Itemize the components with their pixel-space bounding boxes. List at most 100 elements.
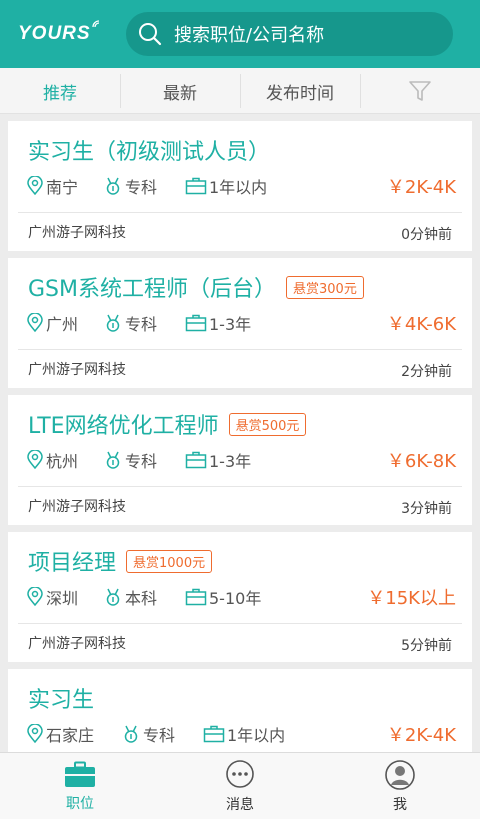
salary: ￥2K-4K xyxy=(386,177,456,198)
salary: ￥2K-4K xyxy=(386,725,456,746)
education-text: 专科 xyxy=(125,178,158,197)
experience: 5-10年 xyxy=(185,585,261,609)
education: 本科 xyxy=(103,585,185,609)
company-name: 广州游子网科技 xyxy=(28,499,126,515)
divider xyxy=(18,349,462,350)
experience-text: 1-3年 xyxy=(209,452,252,471)
job-title: 项目经理 xyxy=(28,551,117,576)
medal-icon xyxy=(106,177,120,195)
salary: ￥6K-8K xyxy=(386,451,456,472)
user-icon xyxy=(385,759,415,790)
nav-label: 职位 xyxy=(66,795,94,812)
location: 南宁 xyxy=(26,174,103,198)
experience: 1-3年 xyxy=(185,311,251,335)
company-name: 广州游子网科技 xyxy=(28,636,126,652)
chat-icon xyxy=(226,759,254,788)
job-meta: 杭州 专科 1-3年 xyxy=(26,448,251,472)
job-title: LTE网络优化工程师 xyxy=(28,414,219,439)
experience: 1年以内 xyxy=(185,174,267,198)
education-text: 本科 xyxy=(125,589,158,608)
briefcase-outline-icon xyxy=(185,451,207,469)
location-pin-icon xyxy=(27,724,43,744)
tab-publish-time[interactable]: 发布时间 xyxy=(240,68,360,114)
experience-text: 1年以内 xyxy=(209,178,268,197)
job-card[interactable]: LTE网络优化工程师 悬赏500元 杭州 专科 1-3年 ￥6K-8K 广州游子网… xyxy=(8,395,472,525)
salary: ￥4K-6K xyxy=(386,314,456,335)
experience-text: 1-3年 xyxy=(209,315,252,334)
nav-label: 消息 xyxy=(226,796,254,813)
briefcase-outline-icon xyxy=(185,314,207,332)
job-list: 实习生（初级测试人员） 南宁 专科 1年以内 ￥2K-4K 广州游子网科技 0分… xyxy=(0,114,480,752)
experience-text: 1年以内 xyxy=(227,726,286,745)
briefcase-outline-icon xyxy=(185,588,207,606)
reward-badge: 悬赏500元 xyxy=(228,412,307,436)
job-card[interactable]: 实习生 石家庄 专科 1年以内 ￥2K-4K xyxy=(8,669,472,752)
post-time: 5分钟前 xyxy=(401,638,452,654)
bottom-nav: 职位 消息 我 xyxy=(0,752,480,819)
education: 专科 xyxy=(103,174,185,198)
briefcase-icon xyxy=(65,761,95,787)
experience-text: 5-10年 xyxy=(209,589,262,608)
city: 杭州 xyxy=(46,452,79,471)
search-placeholder: 搜索职位/公司名称 xyxy=(174,25,325,46)
tab-recommended[interactable]: 推荐 xyxy=(0,68,120,114)
city: 石家庄 xyxy=(46,726,95,745)
filter-button[interactable] xyxy=(360,68,480,114)
education-text: 专科 xyxy=(125,452,158,471)
nav-jobs[interactable]: 职位 xyxy=(0,753,160,819)
app-header: YOURS 搜索职位/公司名称 xyxy=(0,0,480,68)
company-name: 广州游子网科技 xyxy=(28,225,126,241)
job-meta: 南宁 专科 1年以内 xyxy=(26,174,267,198)
location: 深圳 xyxy=(26,585,103,609)
experience: 1年以内 xyxy=(203,722,285,746)
divider xyxy=(18,623,462,624)
salary: ￥15K以上 xyxy=(367,588,456,609)
tab-label: 发布时间 xyxy=(266,83,334,104)
city: 南宁 xyxy=(46,178,79,197)
tab-latest[interactable]: 最新 xyxy=(120,68,240,114)
location: 杭州 xyxy=(26,448,103,472)
job-title: 实习生 xyxy=(28,688,95,713)
reward-badge: 悬赏300元 xyxy=(286,275,364,299)
reward-badge: 悬赏1000元 xyxy=(126,549,213,573)
filter-icon xyxy=(409,81,431,101)
medal-icon xyxy=(106,588,120,606)
location: 石家庄 xyxy=(26,722,121,746)
divider xyxy=(18,212,462,213)
location-pin-icon xyxy=(27,450,43,470)
divider xyxy=(18,486,462,487)
company-name: 广州游子网科技 xyxy=(28,362,126,378)
education: 专科 xyxy=(103,311,185,335)
location-pin-icon xyxy=(27,587,43,607)
medal-icon xyxy=(106,314,120,332)
job-card[interactable]: GSM系统工程师（后台） 悬赏300元 广州 专科 1-3年 ￥4K-6K 广州游… xyxy=(8,258,472,388)
logo-text: YOURS xyxy=(18,23,91,44)
job-card[interactable]: 实习生（初级测试人员） 南宁 专科 1年以内 ￥2K-4K 广州游子网科技 0分… xyxy=(8,121,472,251)
post-time: 2分钟前 xyxy=(401,364,452,380)
medal-icon xyxy=(106,451,120,469)
briefcase-outline-icon xyxy=(203,725,225,743)
search-bar[interactable]: 搜索职位/公司名称 xyxy=(126,12,453,56)
job-meta: 深圳 本科 5-10年 xyxy=(26,585,261,609)
tab-label: 最新 xyxy=(163,83,197,104)
job-card[interactable]: 项目经理 悬赏1000元 深圳 本科 5-10年 ￥15K以上 广州游子网科技 5… xyxy=(8,532,472,662)
location: 广州 xyxy=(26,311,103,335)
briefcase-outline-icon xyxy=(185,177,207,195)
search-icon xyxy=(139,23,162,46)
education-text: 专科 xyxy=(125,315,158,334)
post-time: 3分钟前 xyxy=(401,501,452,517)
filter-tabs: 推荐 最新 发布时间 xyxy=(0,68,480,114)
nav-label: 我 xyxy=(393,796,407,813)
post-time: 0分钟前 xyxy=(401,227,452,243)
experience: 1-3年 xyxy=(185,448,251,472)
education: 专科 xyxy=(103,448,185,472)
nav-messages[interactable]: 消息 xyxy=(160,753,320,819)
education: 专科 xyxy=(121,722,203,746)
city: 广州 xyxy=(46,315,79,334)
job-title: 实习生（初级测试人员） xyxy=(28,140,271,165)
location-pin-icon xyxy=(27,313,43,333)
tab-label: 推荐 xyxy=(43,83,77,104)
app-logo: YOURS xyxy=(0,20,115,45)
location-pin-icon xyxy=(27,176,43,196)
nav-me[interactable]: 我 xyxy=(320,753,480,819)
